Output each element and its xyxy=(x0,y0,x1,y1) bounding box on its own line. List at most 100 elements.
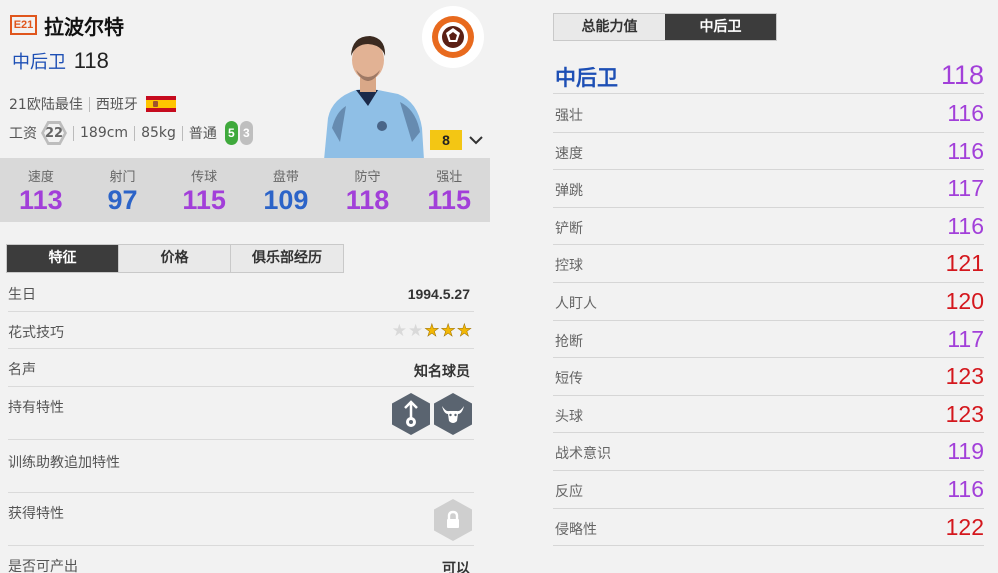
overall-rating: 118 xyxy=(73,48,109,73)
stat-dribbling: 盘带 109 xyxy=(245,158,327,222)
star-icon: ★ xyxy=(408,321,424,341)
attr-row-short-passing: 短传 123 xyxy=(553,358,984,396)
info-label: 获得特性 xyxy=(8,506,64,522)
info-row-producible: 是否可产出 可以 xyxy=(8,546,474,573)
attr-label: 抢断 xyxy=(555,333,583,350)
trait-info-list: 生日 1994.5.27 花式技巧 ★ ★ ★ ★ ★ 名声 知名球员 持有特性 xyxy=(8,274,474,573)
attr-label: 反应 xyxy=(555,483,583,500)
stat-label: 速度 xyxy=(27,170,54,185)
tab-price[interactable]: 价格 xyxy=(119,245,231,272)
attr-row-marking: 人盯人 120 xyxy=(553,283,984,321)
info-row-birthday: 生日 1994.5.27 xyxy=(8,274,474,312)
season-nation-row: 21欧陆最佳 西班牙 xyxy=(9,94,176,114)
attr-row-ball-control: 控球 121 xyxy=(553,245,984,283)
stat-label: 射门 xyxy=(109,170,136,185)
strong-foot-badge: 5 xyxy=(224,121,238,145)
attr-value: 123 xyxy=(945,400,984,427)
birthday-value: 1994.5.27 xyxy=(407,286,470,302)
body-type: 普通 xyxy=(188,126,217,142)
stat-label: 强壮 xyxy=(436,170,463,185)
position-rating-header: 中后卫 118 xyxy=(553,56,984,94)
info-label: 花式技巧 xyxy=(8,325,64,341)
attr-row-strength: 强壮 116 xyxy=(553,95,984,133)
info-label: 名声 xyxy=(8,362,36,378)
attr-value: 120 xyxy=(945,287,984,314)
stat-pace: 速度 113 xyxy=(0,158,82,222)
bull-trait-icon[interactable] xyxy=(434,393,472,435)
attr-value: 117 xyxy=(947,325,984,352)
attr-label: 铲断 xyxy=(555,220,583,237)
chevron-down-icon[interactable] xyxy=(466,130,486,150)
attr-row-heading: 头球 123 xyxy=(553,396,984,434)
attr-row-standing-tackle: 抢断 117 xyxy=(553,321,984,359)
stat-physical: 强壮 115 xyxy=(408,158,490,222)
position-overall: 中后卫 118 xyxy=(12,48,109,74)
info-row-fame: 名声 知名球员 xyxy=(8,349,474,387)
tab-overall-stats[interactable]: 总能力值 xyxy=(554,14,665,40)
star-icon: ★ xyxy=(424,321,440,341)
divider xyxy=(181,125,183,141)
position-name: 中后卫 xyxy=(555,66,618,90)
stat-defending: 防守 118 xyxy=(327,158,409,222)
info-label: 训练助教追加特性 xyxy=(8,455,120,471)
attribute-list: 强壮 116 速度 116 弹跳 117 铲断 116 控球 121 人盯人 120 抢断 1… xyxy=(553,95,984,547)
tab-position-cb[interactable]: 中后卫 xyxy=(665,14,776,40)
attr-label: 强壮 xyxy=(555,108,583,124)
info-row-traits: 持有特性 xyxy=(8,387,474,440)
attr-label: 侵略性 xyxy=(555,521,597,538)
season-label: 21欧陆最佳 xyxy=(9,97,83,113)
divider xyxy=(88,96,90,112)
stat-value: 115 xyxy=(182,185,226,215)
long-ball-trait-icon[interactable] xyxy=(392,393,430,435)
stat-shooting: 射门 97 xyxy=(82,158,164,222)
attr-row-reactions: 反应 116 xyxy=(553,471,984,509)
attr-value: 116 xyxy=(947,475,984,502)
stat-passing: 传球 115 xyxy=(163,158,245,222)
star-icon: ★ xyxy=(391,321,407,341)
info-row-skill-moves: 花式技巧 ★ ★ ★ ★ ★ xyxy=(8,312,474,349)
attr-value: 123 xyxy=(945,363,984,390)
attr-label: 人盯人 xyxy=(555,295,597,312)
attr-row-aggression: 侵略性 122 xyxy=(553,509,984,547)
attr-label: 弹跳 xyxy=(555,183,583,200)
salary-label: 工资 xyxy=(9,126,37,142)
attr-value: 116 xyxy=(947,100,984,126)
info-row-earned-traits: 获得特性 xyxy=(8,493,474,546)
attr-row-jumping: 弹跳 117 xyxy=(553,170,984,208)
season-badge: E21 xyxy=(10,15,37,35)
rating-tabs: 总能力值 中后卫 xyxy=(553,13,777,41)
weight-value: 85kg xyxy=(141,125,176,141)
attr-label: 头球 xyxy=(555,408,583,425)
height-value: 189cm xyxy=(80,125,129,141)
stat-value: 109 xyxy=(263,185,309,215)
lock-icon xyxy=(434,499,472,541)
attr-value: 121 xyxy=(945,250,984,277)
detail-tabs: 特征 价格 俱乐部经历 xyxy=(6,244,344,273)
nation-label: 西班牙 xyxy=(95,97,138,113)
club-logo xyxy=(422,6,484,68)
star-icon: ★ xyxy=(456,321,472,341)
position-label: 中后卫 xyxy=(12,52,66,73)
stat-value: 115 xyxy=(427,185,471,215)
skill-stars: ★ ★ ★ ★ ★ xyxy=(391,321,473,341)
attr-value: 116 xyxy=(947,212,984,239)
tab-club-history[interactable]: 俱乐部经历 xyxy=(231,245,343,272)
info-label: 是否可产出 xyxy=(8,559,78,573)
stat-value: 97 xyxy=(107,185,138,215)
star-icon: ★ xyxy=(440,321,456,341)
player-photo xyxy=(324,36,424,160)
weak-foot-badge: 3 xyxy=(239,121,253,145)
attr-label: 控球 xyxy=(555,258,583,275)
salary-value: 22 xyxy=(44,124,64,142)
attr-label: 战术意识 xyxy=(555,446,611,463)
attr-label: 速度 xyxy=(555,145,583,162)
trait-icon-list xyxy=(392,393,472,435)
info-row-coach-traits: 训练助教追加特性 xyxy=(8,440,474,493)
player-name: 拉波尔特 xyxy=(44,15,124,39)
salary-hex-icon: 22 xyxy=(41,121,67,145)
attr-row-tactical-awareness: 战术意识 119 xyxy=(553,433,984,471)
enhance-level-badge[interactable]: 8 xyxy=(430,130,462,150)
spain-flag-icon xyxy=(145,96,176,112)
tab-traits[interactable]: 特征 xyxy=(7,245,119,272)
stat-label: 传球 xyxy=(191,170,218,185)
